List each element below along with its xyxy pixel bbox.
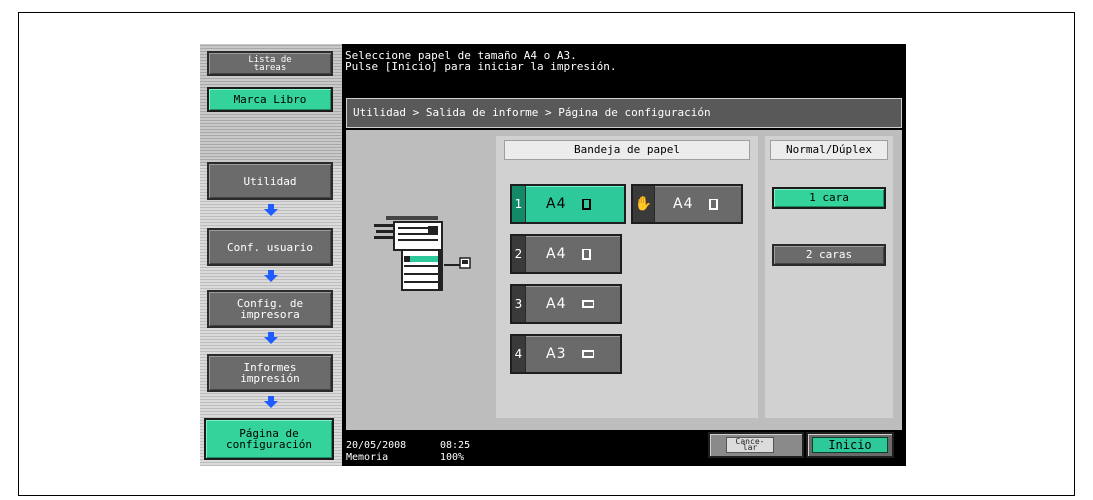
tray-size-label: A4 [546,186,591,222]
tray-number: 3 [512,286,526,322]
nav-step-conf-usuario[interactable]: Conf. usuario [207,228,333,266]
left-navigation: Lista de tareas Marca Libro Utilidad Con… [200,44,342,466]
tray-number: 2 [512,236,526,272]
time-display: 08:25 [440,440,471,451]
duplex-panel [765,136,893,418]
tray-size-label: A3 [546,336,594,372]
portrait-paper-icon [708,199,718,210]
landscape-paper-icon [581,350,594,358]
two-sided-button[interactable]: 2 caras [772,244,886,266]
arrow-down-icon [264,396,278,408]
tray-number: 1 [512,186,526,222]
tray-size-label: A4 [546,236,591,272]
tray-1-button[interactable]: 1 A4 [510,184,626,224]
tray-3-button[interactable]: 3 A4 [510,284,622,324]
hand-icon: ✋ [633,186,655,222]
tray-2-button[interactable]: 2 A4 [510,234,622,274]
instruction-message: Seleccione papel de tamaño A4 o A3. Puls… [342,44,906,92]
memory-value: 100% [440,452,465,463]
landscape-paper-icon [581,300,594,308]
arrow-down-icon [264,270,278,282]
paper-tray-panel [496,136,758,418]
nav-step-config-impresora[interactable]: Config. de impresora [207,290,333,328]
one-sided-button[interactable]: 1 cara [772,187,886,209]
date-display: 20/05/2008 [346,440,407,451]
tray-bypass-button[interactable]: ✋ A4 [631,184,743,224]
tray-size-label: A4 [673,186,718,222]
duplex-header: Normal/Dúplex [770,140,888,160]
tray-number: 4 [512,336,526,372]
paper-tray-header: Bandeja de papel [504,140,750,160]
printer-illustration-icon [374,216,471,291]
portrait-paper-icon [581,249,591,260]
nav-step-informes-impresion[interactable]: Informes impresión [207,354,333,392]
nav-step-utilidad[interactable]: Utilidad [207,162,333,200]
bookmark-button[interactable]: Marca Libro [207,87,333,112]
arrow-down-icon [264,332,278,344]
cancel-button-label: Cance- lar [726,437,774,453]
nav-step-pagina-configuracion[interactable]: Página de configuración [204,418,334,460]
start-button-label: Inicio [812,437,888,453]
memory-label: Memoria [346,452,389,463]
portrait-paper-icon [581,199,591,210]
cancel-button[interactable]: Cance- lar [708,432,804,458]
start-button[interactable]: Inicio [806,432,894,458]
breadcrumb: Utilidad > Salida de informe > Página de… [346,98,902,128]
arrow-down-icon [264,204,278,216]
tray-size-label: A4 [546,286,594,322]
task-list-button[interactable]: Lista de tareas [207,51,333,76]
tray-4-button[interactable]: 4 A3 [510,334,622,374]
